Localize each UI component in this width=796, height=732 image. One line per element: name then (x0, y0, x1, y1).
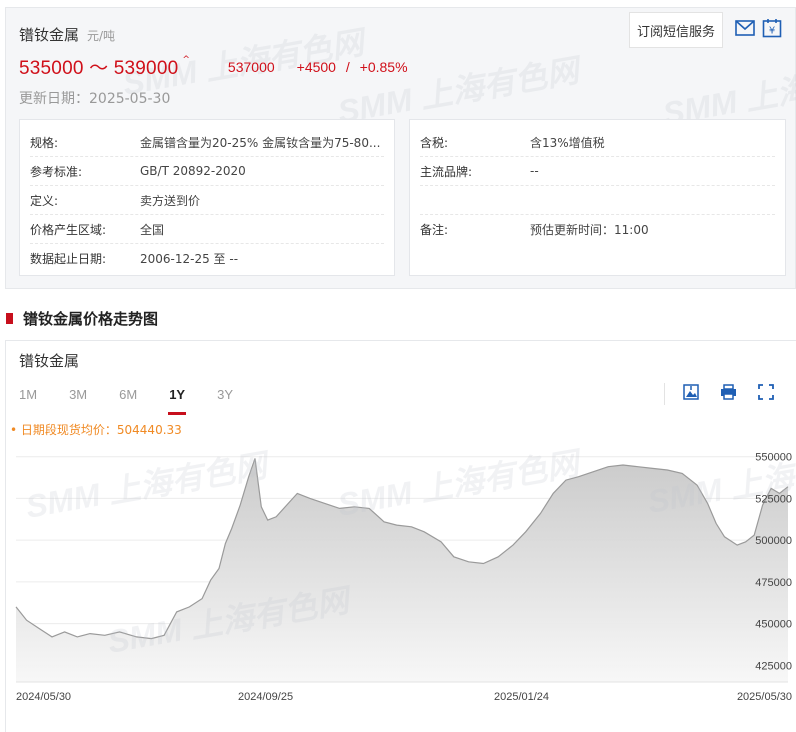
info-row-standard: 参考标准: GB/T 20892-2020 (30, 157, 384, 186)
section-title: 镨钕金属价格走势图 (6, 308, 158, 329)
x-tick-label: 2025/01/24 (494, 691, 549, 703)
y-tick-label: 475000 (755, 577, 792, 589)
average-price: 537000 (227, 58, 275, 75)
price-range: 535000 ～ 539000 (19, 58, 179, 79)
trend-chart-panel: 镨钕金属 1M 3M 6M 1Y 3Y • 日期段现货均价：504440.33 … (5, 340, 796, 732)
info-row-spec: 规格: 金属镨含量为20-25% 金属钕含量为75-80... (30, 128, 384, 157)
price-unit: 元/吨 (87, 29, 116, 43)
info-row-brand: 主流品牌: -- (420, 157, 775, 186)
spec-info-left: 规格: 金属镨含量为20-25% 金属钕含量为75-80... 参考标准: GB… (19, 119, 395, 276)
svg-text:¥: ¥ (769, 26, 775, 37)
y-tick-label: 425000 (755, 660, 792, 672)
price-trend-chart[interactable]: 425000 450000 475000 500000 525000 550000 2024… (6, 341, 796, 732)
info-row-date-range: 数据起止日期: 2006-12-25 至 -- (30, 252, 239, 266)
change-percent: +0.85% (359, 58, 408, 75)
section-marker (6, 313, 13, 324)
info-row-remark: 备注: 预估更新时间：11:00 (420, 223, 649, 237)
price-row: 535000 ～ 539000 ^ 537000 +4500 / +0.85% (19, 53, 408, 80)
y-tick-label: 550000 (755, 452, 792, 464)
price-summary-panel: SMM 上海有色网 SMM 上海有色网 SMM 上海有色网 镨钕金属 元/吨 5… (5, 7, 796, 289)
y-tick-label: 450000 (755, 619, 792, 631)
update-date: 更新日期：2025-05-30 (19, 91, 171, 107)
info-row-definition: 定义: 卖方送到价 (30, 186, 384, 215)
calendar-icon[interactable]: ¥ (762, 18, 782, 42)
y-tick-label: 500000 (755, 535, 792, 547)
subscribe-sms-button[interactable]: 订阅短信服务 (629, 12, 723, 48)
change-separator: / (345, 58, 350, 75)
info-row-tax: 含税: 含13%增值税 (420, 128, 775, 157)
change-amount: +4500 (296, 58, 336, 75)
x-tick-label: 2025/05/30 (737, 691, 792, 703)
y-tick-label: 525000 (755, 493, 792, 505)
x-tick-label: 2024/09/25 (238, 691, 293, 703)
spec-info-right: 含税: 含13%增值税 主流品牌: -- 备注: 预估更新时间：11:00 (409, 119, 786, 276)
info-row-region: 价格产生区域: 全国 (30, 215, 384, 244)
info-row-empty (420, 186, 775, 215)
price-area-fill (16, 458, 788, 682)
mail-icon[interactable] (735, 20, 755, 40)
section-title-text: 镨钕金属价格走势图 (23, 310, 159, 328)
price-up-icon: ^ (182, 54, 190, 65)
product-name: 镨钕金属 (19, 26, 80, 44)
x-tick-label: 2024/05/30 (16, 691, 71, 703)
product-title-row: 镨钕金属 元/吨 (19, 24, 115, 45)
price-change: +4500 / +0.85% (297, 59, 408, 75)
